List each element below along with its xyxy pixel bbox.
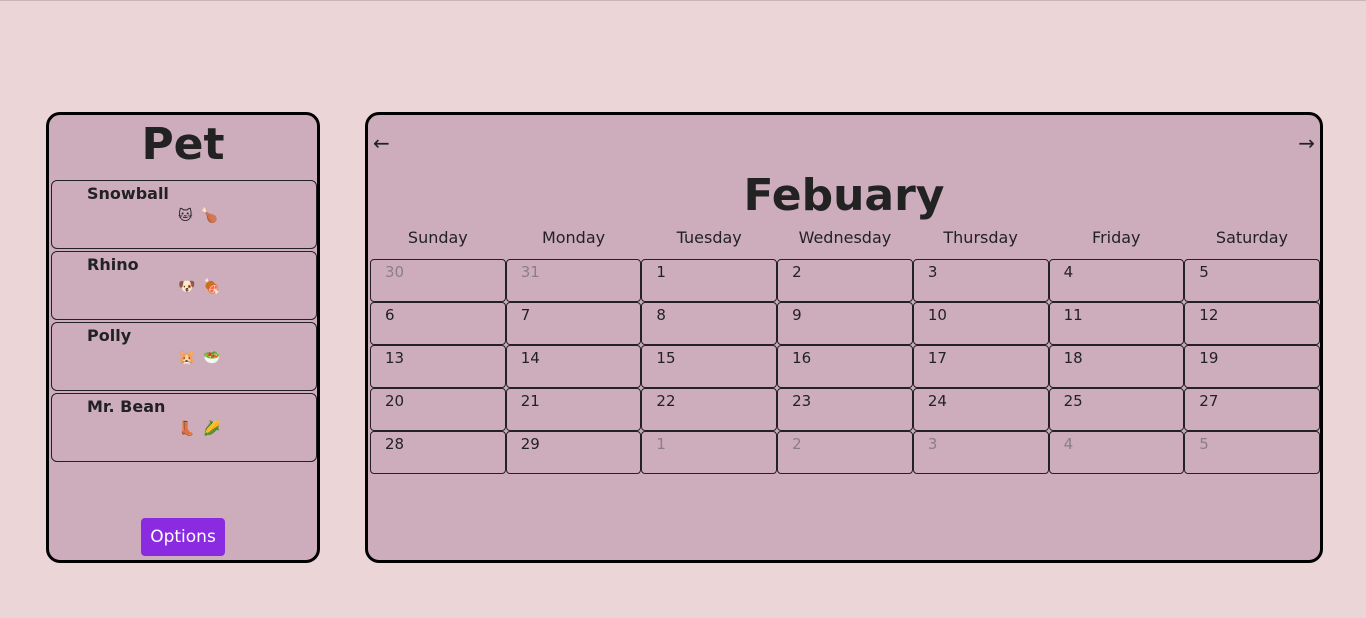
calendar-day-cell[interactable]: 6 [370,302,506,345]
weekday-header: Sunday Monday Tuesday Wednesday Thursday… [370,228,1320,247]
calendar-day-cell[interactable]: 25 [1048,388,1185,431]
weekday-label: Sunday [407,228,468,247]
calendar-day-cell[interactable]: 18 [1048,345,1185,388]
pet-card[interactable]: Rhino 🐶🍖 [51,251,317,320]
calendar-day-cell[interactable]: 22 [641,388,778,431]
pet-card[interactable]: Polly 🐹🥗 [51,322,317,391]
calendar-day-cell[interactable]: 3 [912,431,1049,474]
calendar-day-cell[interactable]: 19 [1184,345,1320,388]
calendar-day-cell[interactable]: 17 [912,345,1049,388]
pet-panel: Pet Snowball 🐱🍗 Rhino 🐶🍖 Polly 🐹🥗 Mr. Be… [46,112,320,563]
prev-month-arrow-icon[interactable]: ← [373,131,390,155]
calendar-day-cell[interactable]: 11 [1048,302,1185,345]
calendar-day-cell[interactable]: 2 [777,259,913,302]
options-button[interactable]: Options [141,518,225,556]
cat-food-icons: 🐱🍗 [178,208,227,224]
pet-list: Snowball 🐱🍗 Rhino 🐶🍖 Polly 🐹🥗 Mr. Bean 👢… [51,180,317,464]
calendar-day-cell[interactable]: 31 [505,259,642,302]
calendar-day-cell[interactable]: 21 [505,388,642,431]
pet-name: Rhino [87,255,139,274]
calendar-panel: ← → Febuary Sunday Monday Tuesday Wednes… [365,112,1323,563]
pet-card[interactable]: Snowball 🐱🍗 [51,180,317,249]
calendar-day-cell[interactable]: 5 [1184,431,1320,474]
calendar-day-cell[interactable]: 1 [641,431,778,474]
weekday-label: Thursday [943,228,1018,247]
calendar-day-cell[interactable]: 9 [777,302,913,345]
calendar-day-cell[interactable]: 4 [1048,259,1185,302]
pet-card[interactable]: Mr. Bean 👢🌽 [51,393,317,462]
calendar-day-cell[interactable]: 2 [777,431,913,474]
weekday-label: Monday [541,228,606,247]
calendar-grid: 30 31 1 2 3 4 5 6 7 8 9 10 11 12 13 14 15 16 17 18 19 20 21 22 2… [370,259,1320,474]
hamster-food-icons: 🐹🥗 [178,350,229,366]
pet-name: Polly [87,326,132,345]
calendar-day-cell[interactable]: 10 [912,302,1049,345]
calendar-day-cell[interactable]: 15 [641,345,778,388]
calendar-day-cell[interactable]: 13 [370,345,506,388]
calendar-day-cell[interactable]: 4 [1048,431,1185,474]
dog-food-icons: 🐶🍖 [178,279,229,295]
calendar-day-cell[interactable]: 30 [370,259,506,302]
calendar-day-cell[interactable]: 3 [912,259,1049,302]
calendar-day-cell[interactable]: 24 [912,388,1049,431]
calendar-day-cell[interactable]: 12 [1184,302,1320,345]
calendar-day-cell[interactable]: 28 [370,431,506,474]
weekday-label: Wednesday [798,228,892,247]
calendar-day-cell[interactable]: 14 [505,345,642,388]
calendar-day-cell[interactable]: 7 [505,302,642,345]
pet-name: Snowball [87,184,169,203]
pet-panel-title: Pet [141,119,225,170]
weekday-label: Tuesday [676,228,742,247]
calendar-day-cell[interactable]: 23 [777,388,913,431]
calendar-day-cell[interactable]: 29 [505,431,642,474]
weekday-label: Friday [1092,228,1141,247]
calendar-day-cell[interactable]: 27 [1184,388,1320,431]
next-month-arrow-icon[interactable]: → [1298,131,1315,155]
calendar-day-cell[interactable]: 5 [1184,259,1320,302]
boot-corn-icons: 👢🌽 [178,421,229,437]
weekday-label: Saturday [1215,228,1289,247]
calendar-day-cell[interactable]: 16 [777,345,913,388]
calendar-day-cell[interactable]: 8 [641,302,778,345]
top-divider [0,0,1366,1]
pet-name: Mr. Bean [87,397,166,416]
calendar-day-cell[interactable]: 20 [370,388,506,431]
calendar-day-cell[interactable]: 1 [641,259,778,302]
month-title: Febuary [743,170,945,221]
